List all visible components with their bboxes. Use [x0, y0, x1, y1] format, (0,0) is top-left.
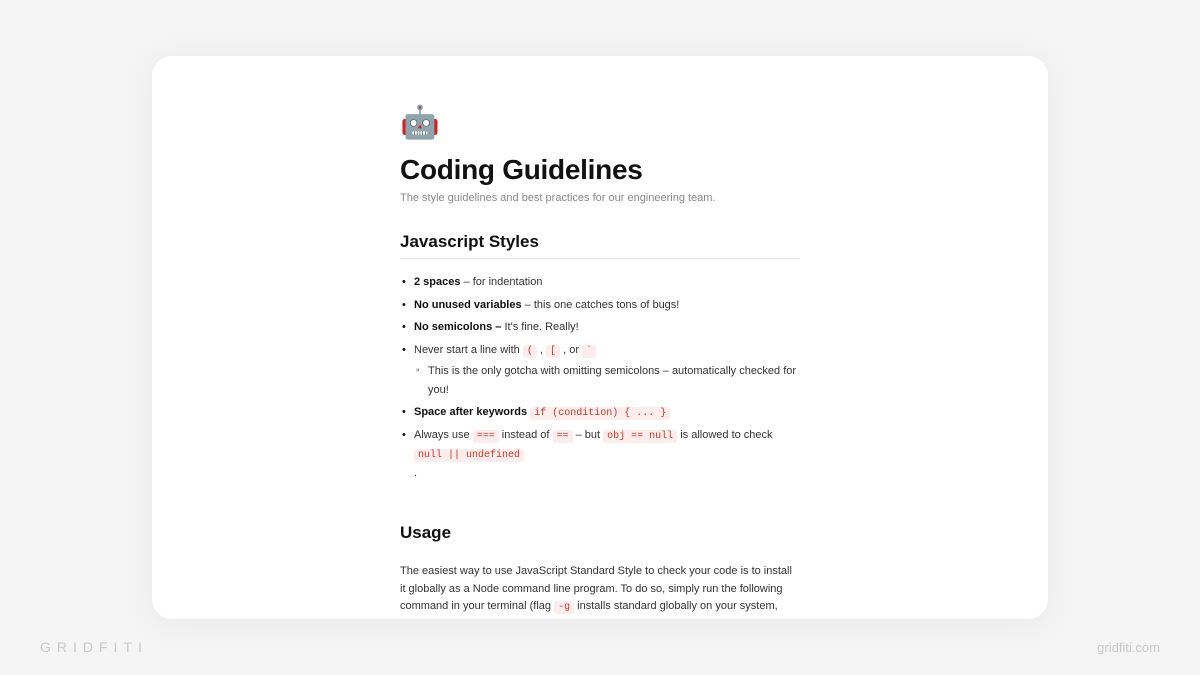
list-item: Always use === instead of == – but obj =…	[400, 426, 800, 483]
sub-list: This is the only gotcha with omitting se…	[414, 362, 800, 399]
list-item: Space after keywords if (condition) { ..…	[400, 403, 800, 422]
item-text: instead of	[499, 429, 553, 441]
item-text: – but	[573, 429, 604, 441]
inline-code: ==	[553, 430, 573, 443]
styles-list: 2 spaces – for indentation No unused var…	[400, 273, 800, 483]
inline-code: (	[523, 345, 537, 358]
item-bold: Space after keywords	[414, 406, 527, 418]
item-bold: No semicolons –	[414, 321, 501, 333]
inline-code: if (condition) { ... }	[530, 407, 670, 420]
page-icon: 🤖	[400, 106, 800, 138]
inline-code: `	[582, 345, 596, 358]
item-text: ,	[537, 344, 546, 356]
inline-code: obj == null	[603, 430, 677, 443]
item-bold: 2 spaces	[414, 276, 460, 288]
inline-code: -g	[554, 601, 574, 614]
item-text: Always use	[414, 429, 473, 441]
watermark-url: gridfiti.com	[1097, 640, 1160, 655]
page-subtitle: The style guidelines and best practices …	[400, 192, 800, 204]
list-item: Never start a line with ( , [ , or ` Thi…	[400, 341, 800, 399]
item-bold: No unused variables	[414, 299, 522, 311]
item-text: .	[414, 464, 800, 483]
item-text: It's fine. Really!	[501, 321, 578, 333]
page-title: Coding Guidelines	[400, 154, 800, 186]
section-heading-styles: Javascript Styles	[400, 232, 800, 259]
document-card: 🤖 Coding Guidelines The style guidelines…	[152, 56, 1048, 619]
inline-code: ===	[473, 430, 499, 443]
list-item: No unused variables – this one catches t…	[400, 296, 800, 315]
section-heading-usage: Usage	[400, 523, 800, 549]
inline-code: null || undefined	[414, 449, 524, 462]
usage-paragraph: The easiest way to use JavaScript Standa…	[400, 563, 800, 619]
list-item: No semicolons – It's fine. Really!	[400, 318, 800, 337]
item-text: – for indentation	[460, 276, 542, 288]
watermark-logo: GRIDFITI	[40, 639, 148, 655]
item-text: , or	[560, 344, 582, 356]
item-text: Never start a line with	[414, 344, 523, 356]
sub-list-item: This is the only gotcha with omitting se…	[414, 362, 800, 399]
usage-section: Usage The easiest way to use JavaScript …	[400, 523, 800, 619]
list-item: 2 spaces – for indentation	[400, 273, 800, 292]
inline-code: [	[546, 345, 560, 358]
item-text: is allowed to check	[677, 429, 772, 441]
page-content: 🤖 Coding Guidelines The style guidelines…	[400, 106, 800, 619]
item-text: – this one catches tons of bugs!	[522, 299, 680, 311]
